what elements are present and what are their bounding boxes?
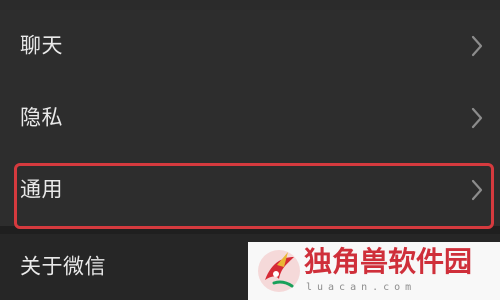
chevron-right-icon xyxy=(470,178,484,202)
watermark-title: 独角兽软件园 xyxy=(304,245,473,278)
settings-item-label: 关于微信 xyxy=(20,254,106,279)
watermark-subtitle: luacan.com xyxy=(306,282,417,293)
unicorn-logo-icon xyxy=(256,248,302,294)
settings-item-chat[interactable]: 聊天 xyxy=(0,10,500,82)
settings-item-label: 通用 xyxy=(20,177,63,202)
settings-item-label: 隐私 xyxy=(20,105,63,130)
settings-item-privacy[interactable]: 隐私 xyxy=(0,82,500,154)
settings-item-label: 聊天 xyxy=(20,33,63,58)
chevron-right-icon xyxy=(470,106,484,130)
settings-screen: 聊天 隐私 通用 关于微信 独角兽软件园 luacan.com xyxy=(0,0,500,300)
settings-item-general[interactable]: 通用 xyxy=(0,154,500,226)
watermark: 独角兽软件园 luacan.com xyxy=(248,242,500,300)
chevron-right-icon xyxy=(470,34,484,58)
section-gap xyxy=(0,226,500,234)
